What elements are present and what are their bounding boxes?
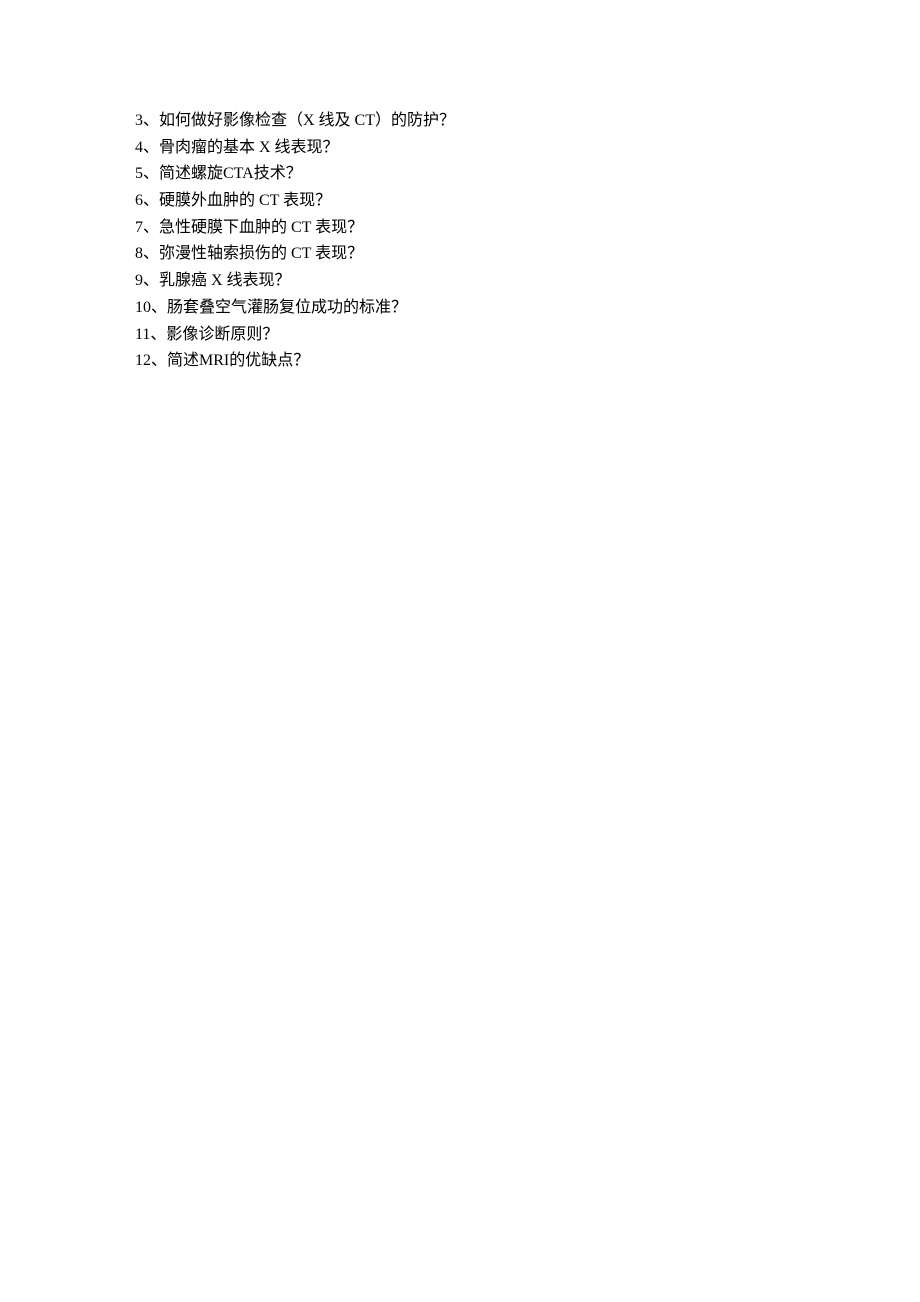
question-item: 11、影像诊断原则？ <box>135 323 815 347</box>
question-list: 3、如何做好影像检查（X 线及 CT）的防护？ 4、骨肉瘤的基本 X 线表现？ … <box>135 109 815 376</box>
question-item: 7、急性硬膜下血肿的 CT 表现？ <box>135 216 815 240</box>
question-item: 3、如何做好影像检查（X 线及 CT）的防护？ <box>135 109 815 133</box>
question-item: 8、弥漫性轴索损伤的 CT 表现？ <box>135 242 815 266</box>
question-item: 9、乳腺癌 X 线表现？ <box>135 269 815 293</box>
question-item: 10、肠套叠空气灌肠复位成功的标准？ <box>135 296 815 320</box>
question-item: 5、简述螺旋CTA技术？ <box>135 162 815 186</box>
question-item: 12、简述MRI的优缺点？ <box>135 349 815 373</box>
question-item: 6、硬膜外血肿的 CT 表现？ <box>135 189 815 213</box>
document-page: 3、如何做好影像检查（X 线及 CT）的防护？ 4、骨肉瘤的基本 X 线表现？ … <box>0 0 920 1302</box>
question-item: 4、骨肉瘤的基本 X 线表现？ <box>135 136 815 160</box>
